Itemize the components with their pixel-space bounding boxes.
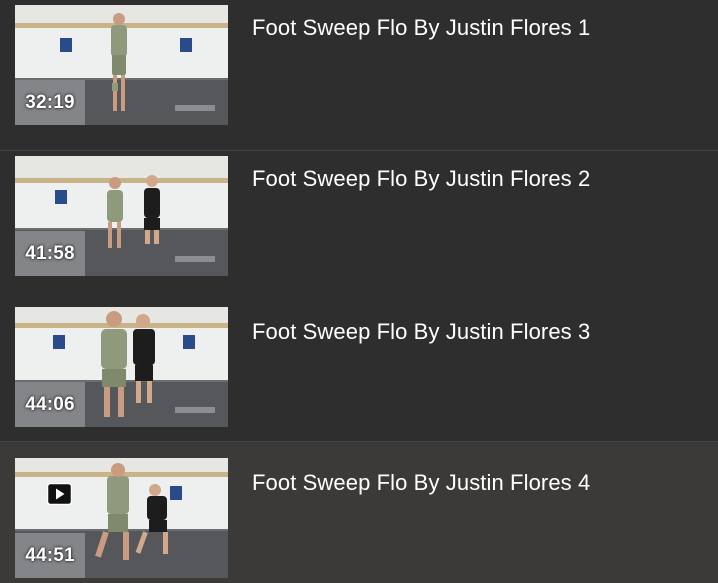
play-icon[interactable] (47, 483, 72, 505)
video-thumbnail[interactable]: 41:58 (15, 156, 228, 276)
video-duration: 44:51 (15, 533, 85, 578)
playlist-item-3[interactable]: 44:06 Foot Sweep Flo By Justin Flores 3 (0, 291, 718, 442)
video-playlist: 32:19 Foot Sweep Flo By Justin Flores 1 (0, 0, 718, 583)
video-title[interactable]: Foot Sweep Flo By Justin Flores 3 (252, 319, 590, 345)
video-duration: 41:58 (15, 231, 85, 276)
video-duration: 44:06 (15, 382, 85, 427)
playlist-item-2[interactable]: 41:58 Foot Sweep Flo By Justin Flores 2 (0, 151, 718, 302)
playlist-item-4[interactable]: 44:51 Foot Sweep Flo By Justin Flores 4 (0, 442, 718, 583)
video-duration: 32:19 (15, 80, 85, 125)
video-title[interactable]: Foot Sweep Flo By Justin Flores 2 (252, 166, 590, 192)
playlist-item-1[interactable]: 32:19 Foot Sweep Flo By Justin Flores 1 (0, 0, 718, 151)
video-thumbnail[interactable]: 32:19 (15, 5, 228, 125)
video-thumbnail[interactable]: 44:06 (15, 307, 228, 427)
video-thumbnail[interactable]: 44:51 (15, 458, 228, 578)
video-title[interactable]: Foot Sweep Flo By Justin Flores 1 (252, 15, 590, 41)
video-title[interactable]: Foot Sweep Flo By Justin Flores 4 (252, 470, 590, 496)
